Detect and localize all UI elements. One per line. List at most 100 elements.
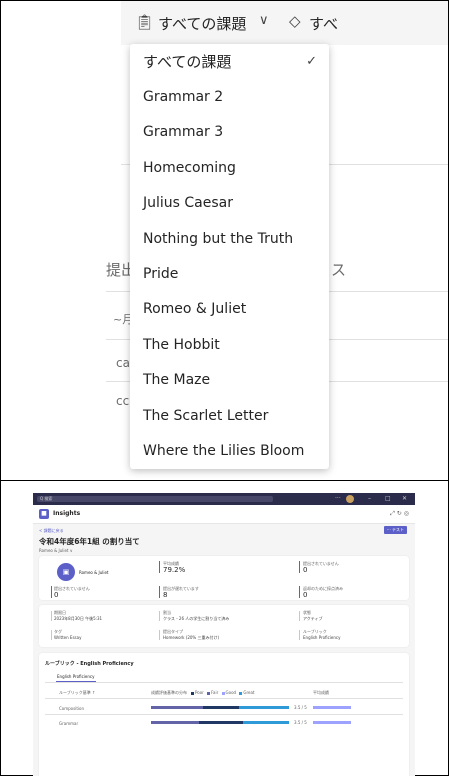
stat-label: 返却のために採点済み [303, 586, 343, 591]
checkmark-icon: ✓ [306, 54, 317, 70]
dropdown-item-label: Homecoming [143, 159, 236, 176]
dropdown-item-label: Nothing but the Truth [143, 230, 294, 247]
detail-accent [299, 630, 300, 640]
globe-icon[interactable]: ◎ [404, 510, 409, 517]
legend-label: Great [243, 690, 255, 695]
rubric-row-label: Composition [59, 706, 84, 711]
dropdown-item[interactable]: Grammar 2 [130, 79, 329, 114]
column-header-average: 平均成績 [313, 690, 329, 695]
maximize-icon[interactable]: □ [385, 495, 391, 502]
insights-app-icon: ■ [39, 509, 49, 519]
rubric-row-label: Grammar [59, 721, 79, 726]
dropdown-item-label: すべての課題 [143, 53, 232, 72]
stat-label: 提出されていません [303, 561, 339, 566]
assignment-name: Romeo & Juliet [79, 570, 109, 575]
clipboard-icon: 📋︎ [135, 13, 155, 31]
close-icon[interactable]: ✕ [402, 495, 407, 502]
dropdown-item[interactable]: Romeo & Juliet [130, 292, 329, 327]
detail-value: Written Essay [54, 635, 82, 640]
rubric-row-average: 3.5 / 5 [294, 705, 307, 710]
details-card: 期限日 2023年8月30日 午後5:31 割当 クラス - 26 人の学生に割… [39, 605, 409, 647]
stat-value: 8 [163, 591, 168, 599]
rubric-card: ルーブリック - English Proficiency English Pro… [39, 653, 409, 776]
rubric-row-average: 3.5 / 5 [294, 720, 307, 725]
more-icon[interactable]: ··· [335, 495, 341, 502]
window-titlebar: Q 検索 ··· – □ ✕ [33, 493, 415, 505]
dropdown-item[interactable]: Pride [130, 256, 329, 291]
dropdown-item[interactable]: Nothing but the Truth [130, 221, 329, 256]
assignment-filter-label[interactable]: すべての課題 [158, 13, 246, 34]
divider [45, 714, 403, 715]
legend-label: Good [225, 690, 237, 695]
panel-divider [0, 480, 449, 481]
legend-label: Poor [195, 690, 204, 695]
teams-insights-window: Q 検索 ··· – □ ✕ ■ Insights ⤢ ↻ ◎ < 課題に戻る … [33, 493, 415, 776]
detail-accent [51, 630, 52, 640]
summary-card: ▣ Romeo & Juliet 提出されていません 0 平均成績 79.2% … [39, 556, 409, 600]
detail-value: 2023年8月30日 午後5:31 [54, 616, 103, 621]
expand-icon[interactable]: ⤢ [390, 510, 395, 517]
stat-accent [299, 586, 300, 598]
stat-value: 0 [54, 591, 59, 599]
dropdown-item[interactable]: The Hobbit [130, 327, 329, 362]
average-bar [313, 721, 351, 724]
chevron-down-icon[interactable]: ∨ [259, 13, 269, 28]
detail-value: クラス - 26 人の学生に割り当て済み [163, 616, 230, 621]
dropdown-item-label: Julius Caesar [143, 195, 233, 212]
minimize-icon[interactable]: – [368, 495, 371, 502]
legend-swatch-fair [207, 691, 211, 695]
app-title: Insights [53, 510, 81, 517]
dropdown-item-label: Where the Lilies Bloom [143, 442, 305, 459]
app-header: ■ Insights ⤢ ↻ ◎ [33, 505, 415, 524]
tag-icon[interactable]: ◇ [289, 12, 301, 30]
stat-accent [51, 586, 52, 598]
dropdown-item-label: The Maze [143, 372, 211, 389]
detail-accent [159, 611, 160, 621]
average-bar [313, 706, 351, 709]
rubric-title: ルーブリック - English Proficiency [45, 661, 134, 667]
detail-value: Homework (20% 三重み付け) [163, 635, 220, 640]
dropdown-item[interactable]: Homecoming [130, 150, 329, 185]
dropdown-item[interactable]: Where the Lilies Bloom [130, 433, 329, 468]
distribution-bar-great [243, 721, 289, 724]
dropdown-item[interactable]: The Maze [130, 363, 329, 398]
dropdown-item-label: Grammar 3 [143, 124, 224, 141]
dropdown-item-label: Pride [143, 266, 179, 283]
tab-english-proficiency[interactable]: English Proficiency [57, 674, 94, 679]
dropdown-item[interactable]: Julius Caesar [130, 186, 329, 221]
search-input[interactable]: Q 検索 [37, 496, 273, 502]
filter-bar: 📋︎ すべての課題 ∨ ◇ すべ [121, 1, 448, 45]
page-title: 令和4年度6年1組 の割り当て [39, 537, 140, 546]
detail-accent [299, 611, 300, 621]
assignment-filter-panel: 📋︎ すべての課題 ∨ ◇ すべ 提出 ス ~月 ca cc すべての課題 ✓ G… [1, 1, 448, 479]
distribution-bar-fair [151, 706, 203, 709]
dropdown-item[interactable]: The Scarlet Letter [130, 398, 329, 433]
dropdown-item-all[interactable]: すべての課題 ✓ [130, 44, 329, 79]
detail-accent [51, 611, 52, 621]
dropdown-item-label: Romeo & Juliet [143, 301, 247, 318]
stat-value: 0 [303, 591, 308, 599]
divider [45, 698, 403, 699]
background-text: ス [331, 261, 347, 279]
legend: Poor Fair Good Great [191, 690, 254, 695]
avatar[interactable] [346, 495, 354, 503]
divider [45, 682, 403, 683]
detail-value: English Proficiency [303, 635, 341, 640]
test-button[interactable]: ··· テスト [383, 526, 407, 534]
stat-label: 提出されていません [54, 586, 90, 591]
assignment-selector[interactable]: Romeo & Juliet ∨ [39, 548, 73, 553]
column-header-criteria[interactable]: ルーブリック基準 ↑ [59, 690, 95, 696]
tag-filter-label[interactable]: すべ [309, 13, 338, 34]
app-header-actions: ⤢ ↻ ◎ [390, 510, 409, 518]
stat-value: 0 [303, 566, 308, 574]
refresh-icon[interactable]: ↻ [397, 510, 402, 517]
dropdown-item[interactable]: Grammar 3 [130, 115, 329, 150]
back-link[interactable]: < 課題に戻る [39, 528, 64, 534]
distribution-bar-poor [203, 706, 239, 709]
clipboard-icon: ▣ [57, 563, 75, 581]
legend-swatch-poor [191, 691, 194, 695]
stat-accent [159, 561, 160, 573]
legend-label: Fair [211, 690, 219, 695]
assignment-dropdown-menu: すべての課題 ✓ Grammar 2 Grammar 3 Homecoming J… [130, 44, 329, 469]
background-text: ca [116, 356, 130, 370]
